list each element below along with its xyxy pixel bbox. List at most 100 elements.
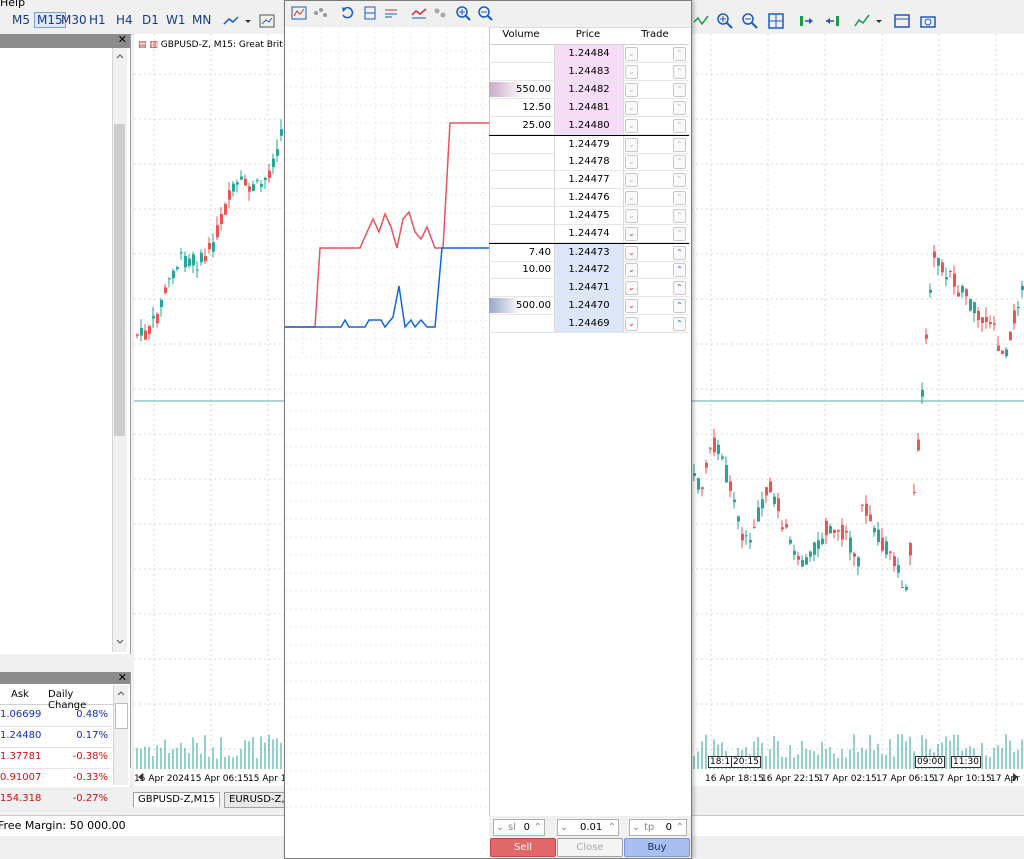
order-book-row[interactable]: 1.24478 ⌄ ⌃ (489, 153, 689, 171)
tab-gbpusd[interactable]: GBPUSD-Z,M15 (133, 792, 220, 807)
order-book-row[interactable]: 1.24477 ⌄ ⌃ (489, 171, 689, 189)
order-book-row[interactable]: 12.50 1.24481 ⌄ ⌃ (489, 99, 689, 117)
price-cell[interactable]: 1.24470 (554, 297, 624, 314)
sell-limit-icon[interactable]: ⌄ (625, 101, 638, 115)
stop-loss-stepper[interactable]: ⌄ sl 0 ⌃ (493, 819, 545, 836)
price-cell[interactable]: 1.24484 (554, 45, 624, 62)
price-cell[interactable]: 1.24481 (554, 99, 624, 116)
scroll-right-icon[interactable] (1010, 772, 1020, 782)
timeframe-d1[interactable]: D1 (142, 13, 159, 27)
buy-limit-icon[interactable]: ⌃ (673, 138, 686, 152)
price-cell[interactable]: 1.24482 (554, 81, 624, 98)
close-button[interactable]: Close (557, 838, 623, 857)
templates-icon[interactable] (893, 12, 911, 30)
sell-limit-icon[interactable]: ⌄ (625, 227, 638, 241)
chart-shift-icon[interactable] (823, 12, 841, 30)
chart-bar-icon[interactable]: ▥ (149, 40, 158, 50)
price-cell[interactable]: 1.24471 (554, 279, 624, 296)
sell-button[interactable]: Sell (490, 838, 556, 857)
sl-down-icon[interactable]: ⌄ (496, 820, 504, 835)
market-watch-row[interactable]: 154.318 -0.27% (0, 789, 114, 811)
dropdown-arrow-icon[interactable] (244, 12, 252, 30)
buy-limit-icon[interactable]: ⌃ (673, 263, 686, 277)
order-book-row[interactable]: 500.00 1.24470 ⌄ ⌃ (489, 297, 689, 315)
column-ask[interactable]: Ask (11, 689, 29, 700)
price-cell[interactable]: 1.24474 (554, 225, 624, 242)
chart-area-left[interactable]: ▤ ▥ GBPUSD-Z, M15: Great Brit 15 Apr 202… (134, 34, 292, 786)
indicator-icon[interactable] (692, 12, 710, 30)
sell-limit-icon[interactable]: ⌄ (625, 65, 638, 79)
buy-limit-icon[interactable]: ⌃ (673, 47, 686, 61)
buy-limit-icon[interactable]: ⌃ (673, 317, 686, 331)
center-icon[interactable] (362, 5, 378, 21)
lot-stepper[interactable]: ⌄ 0.01 ⌃ (557, 819, 619, 836)
order-book-row[interactable]: 1.24479 ⌄ ⌃ (489, 135, 689, 154)
buy-limit-icon[interactable]: ⌃ (673, 173, 686, 187)
price-chart-right[interactable] (691, 34, 1024, 786)
buy-limit-icon[interactable]: ⌃ (673, 83, 686, 97)
market-watch-row[interactable]: 0.91007 -0.33% (0, 768, 114, 790)
timeframe-h4[interactable]: H4 (116, 13, 133, 27)
screenshot-icon[interactable] (919, 12, 937, 30)
sell-limit-icon[interactable]: ⌄ (625, 138, 638, 152)
buy-limit-icon[interactable]: ⌃ (673, 281, 686, 295)
sell-limit-icon[interactable]: ⌄ (625, 155, 638, 169)
market-watch-row[interactable]: 1.24480 0.17% (0, 726, 114, 748)
buy-limit-icon[interactable]: ⌃ (673, 119, 686, 133)
sell-limit-icon[interactable]: ⌄ (625, 119, 638, 133)
scroll-up-icon[interactable] (114, 50, 126, 62)
order-book-row[interactable]: 1.24476 ⌄ ⌃ (489, 189, 689, 207)
settings-icon[interactable] (432, 5, 448, 21)
timeframe-w1[interactable]: W1 (166, 13, 186, 27)
chart-area-right[interactable]: 16 Apr 18:15 16 Apr 22:15 17 Apr 02:15 1… (691, 34, 1024, 786)
sell-limit-icon[interactable]: ⌄ (625, 263, 638, 277)
sell-limit-icon[interactable]: ⌄ (625, 191, 638, 205)
price-chart-left[interactable] (134, 34, 284, 786)
price-cell[interactable]: 1.24472 (554, 261, 624, 278)
timeframe-h1[interactable]: H1 (89, 13, 106, 27)
timeframe-m5[interactable]: M5 (12, 13, 30, 27)
indicators-list-icon[interactable] (853, 12, 871, 30)
price-cell[interactable]: 1.24473 (554, 244, 624, 261)
order-book-row[interactable]: 1.24475 ⌄ ⌃ (489, 207, 689, 225)
scrollbar-thumb[interactable] (114, 124, 125, 436)
line-chart-icon[interactable] (222, 12, 240, 30)
market-watch-scrollbar[interactable] (113, 685, 128, 785)
stop-loss-value[interactable]: 0 (524, 820, 530, 835)
lot-up-icon[interactable]: ⌃ (608, 820, 616, 835)
sell-limit-icon[interactable]: ⌄ (625, 209, 638, 223)
timeframe-mn[interactable]: MN (192, 13, 211, 27)
buy-limit-icon[interactable]: ⌃ (673, 65, 686, 79)
tile-windows-icon[interactable] (767, 12, 785, 30)
take-profit-stepper[interactable]: ⌄ tp 0 ⌃ (629, 819, 687, 836)
sell-limit-icon[interactable]: ⌄ (625, 246, 638, 260)
sell-limit-icon[interactable]: ⌄ (625, 83, 638, 97)
price-cell[interactable]: 1.24478 (554, 153, 624, 170)
zoom-out-icon[interactable] (741, 12, 759, 30)
buy-limit-icon[interactable]: ⌃ (673, 227, 686, 241)
lot-down-icon[interactable]: ⌄ (560, 820, 568, 835)
auto-scroll-icon[interactable] (798, 12, 816, 30)
navigator-scrollbar[interactable] (112, 48, 127, 652)
sell-limit-icon[interactable]: ⌄ (625, 173, 638, 187)
order-book-row[interactable]: 550.00 1.24482 ⌄ ⌃ (489, 81, 689, 99)
price-cell[interactable]: 1.24483 (554, 63, 624, 80)
buy-limit-icon[interactable]: ⌃ (673, 101, 686, 115)
buy-button[interactable]: Buy (624, 838, 690, 857)
buy-limit-icon[interactable]: ⌃ (673, 191, 686, 205)
zoom-out-icon[interactable] (477, 5, 493, 21)
chart-menu-icon[interactable]: ▤ (138, 40, 147, 50)
price-cell[interactable]: 1.24469 (554, 315, 624, 332)
scroll-up-icon[interactable] (115, 688, 127, 698)
sl-up-icon[interactable]: ⌃ (534, 820, 542, 835)
order-book-row[interactable]: 7.40 1.24473 ⌄ ⌃ (489, 243, 689, 262)
scroll-left-icon[interactable] (136, 772, 146, 782)
price-cell[interactable]: 1.24477 (554, 171, 624, 188)
scrollbar-thumb[interactable] (115, 703, 128, 729)
sell-limit-icon[interactable]: ⌄ (625, 299, 638, 313)
depth-chart-icon[interactable] (291, 5, 307, 21)
quick-trade-icon[interactable] (411, 5, 427, 21)
take-profit-value[interactable]: 0 (666, 820, 672, 835)
scroll-down-icon[interactable] (114, 636, 126, 648)
reset-icon[interactable] (340, 5, 356, 21)
